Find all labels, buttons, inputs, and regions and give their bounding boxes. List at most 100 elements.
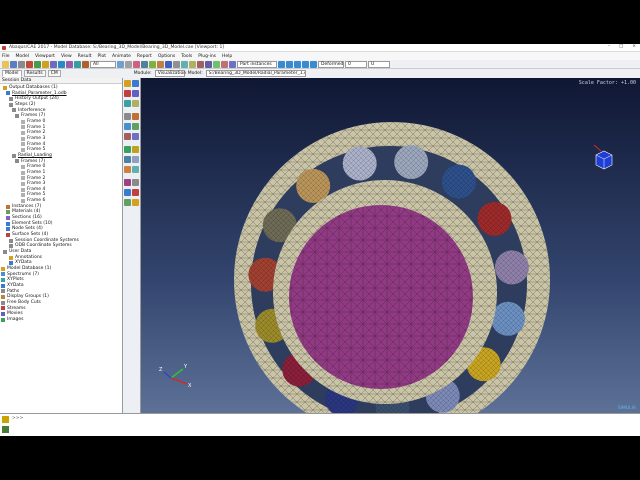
- toolbox-tool-icon[interactable]: [132, 146, 139, 153]
- message-tab-icon[interactable]: [2, 416, 9, 423]
- iso-view-icon[interactable]: [74, 60, 81, 68]
- toolbox-tool-icon[interactable]: [124, 133, 131, 140]
- model-render[interactable]: Z Y X: [141, 78, 640, 413]
- frame-input[interactable]: 0: [345, 60, 367, 68]
- save-icon[interactable]: [10, 60, 17, 68]
- tree-node-icon: [21, 148, 25, 153]
- toolbox-tool-icon[interactable]: [124, 146, 131, 153]
- window-title: Abaqus/CAE 2017 - Model Database: S:/Bea…: [9, 45, 225, 50]
- file-open-icon[interactable]: [2, 60, 9, 68]
- render-style-select[interactable]: All: [90, 60, 116, 68]
- toolbox-tool-icon[interactable]: [132, 199, 139, 206]
- tab-model[interactable]: Model: [2, 69, 22, 77]
- wireframe-icon[interactable]: [149, 60, 156, 68]
- display-group-icon[interactable]: [197, 60, 204, 68]
- toolbox-tool-icon[interactable]: [124, 156, 131, 163]
- last-frame-icon[interactable]: [302, 60, 309, 68]
- model-select[interactable]: S:/Bearing_3D_Model/Radial_Parameter_1.o…: [205, 69, 306, 77]
- tree-node-icon: [1, 306, 5, 311]
- filled-icon[interactable]: [165, 60, 172, 68]
- prev-frame-icon[interactable]: [278, 60, 285, 68]
- toolbox-tool-icon[interactable]: [124, 90, 131, 97]
- abaqus-window: Abaqus/CAE 2017 - Model Database: S:/Bea…: [0, 44, 640, 436]
- menu-help[interactable]: Help: [222, 54, 232, 59]
- shade-icon[interactable]: [125, 60, 132, 68]
- hidden-line-icon[interactable]: [157, 60, 164, 68]
- bearing-ball-mesh: [491, 301, 525, 336]
- menu-file[interactable]: File: [2, 54, 10, 59]
- tab-cm[interactable]: CM: [47, 69, 61, 77]
- toolbox-tool-icon[interactable]: [124, 199, 131, 206]
- toolbox-tool-icon[interactable]: [132, 123, 139, 130]
- mesh-icon[interactable]: [117, 60, 124, 68]
- perspective-icon[interactable]: [141, 60, 148, 68]
- command-prompt[interactable]: >>>: [12, 416, 23, 421]
- render-icon[interactable]: [82, 60, 89, 68]
- toolbox-tool-icon[interactable]: [132, 90, 139, 97]
- menu-result[interactable]: Result: [78, 54, 92, 59]
- remove-icon[interactable]: [221, 60, 228, 68]
- menu-model[interactable]: Model: [16, 54, 30, 59]
- toolbox-tool-icon[interactable]: [132, 166, 139, 173]
- toolbox-tool-icon[interactable]: [132, 113, 139, 120]
- tree-node-icon: [1, 317, 5, 322]
- toolbox-tool-icon[interactable]: [124, 189, 131, 196]
- tab-results[interactable]: Results: [23, 69, 46, 77]
- abaqus-logo-icon: [2, 45, 6, 50]
- viewport[interactable]: Scale Factor: +1.00 Z Y X SIMULIA: [141, 78, 640, 413]
- stop-icon[interactable]: [310, 60, 317, 68]
- toolbox-tool-icon[interactable]: [132, 156, 139, 163]
- odb-variable-select[interactable]: U: [368, 60, 390, 68]
- python-tab-icon[interactable]: [2, 426, 9, 433]
- toolbox-tool-icon[interactable]: [124, 113, 131, 120]
- add-icon[interactable]: [213, 60, 220, 68]
- toolbox-tool-icon[interactable]: [132, 179, 139, 186]
- tree-node-icon: [1, 283, 5, 288]
- replace-icon[interactable]: [205, 60, 212, 68]
- tree-node-icon: [21, 181, 25, 186]
- tree-node-icon: [3, 249, 7, 254]
- view-icon[interactable]: [66, 60, 73, 68]
- toolbox-tool-icon[interactable]: [124, 100, 131, 107]
- color-code-icon[interactable]: [133, 60, 140, 68]
- toolbox-tool-icon[interactable]: [124, 166, 131, 173]
- toolbox-tool-icon[interactable]: [132, 80, 139, 87]
- edges-icon[interactable]: [173, 60, 180, 68]
- menu-options[interactable]: Options: [158, 54, 175, 59]
- rotate-icon[interactable]: [26, 60, 33, 68]
- tree-node-icon: [21, 193, 25, 198]
- toolbox-tool-icon[interactable]: [132, 189, 139, 196]
- toolbox-tool-icon[interactable]: [132, 100, 139, 107]
- toolbox-tool-icon[interactable]: [124, 123, 131, 130]
- play-icon[interactable]: [286, 60, 293, 68]
- tree-node-icon: [9, 102, 13, 107]
- minimize-button[interactable]: –: [608, 44, 610, 49]
- deformed-select[interactable]: Deformed: [318, 60, 344, 68]
- toolbox-tool-icon[interactable]: [132, 133, 139, 140]
- menu-animate[interactable]: Animate: [112, 54, 131, 59]
- menu-viewport[interactable]: Viewport: [35, 54, 55, 59]
- menu-plugins[interactable]: Plug-ins: [198, 54, 216, 59]
- maximize-button[interactable]: □: [619, 44, 623, 49]
- menu-report[interactable]: Report: [137, 54, 152, 59]
- module-select[interactable]: Visualization: [154, 69, 186, 77]
- close-button[interactable]: ×: [632, 44, 636, 49]
- toolbox-tool-icon[interactable]: [124, 179, 131, 186]
- magnify-icon[interactable]: [58, 60, 65, 68]
- tree-item[interactable]: Images: [0, 317, 122, 323]
- tree-node-icon: [1, 272, 5, 277]
- zoom-icon[interactable]: [42, 60, 49, 68]
- fit-icon[interactable]: [50, 60, 57, 68]
- pan-icon[interactable]: [34, 60, 41, 68]
- menu-tools[interactable]: Tools: [181, 54, 192, 59]
- next-frame-icon[interactable]: [294, 60, 301, 68]
- translucent-icon[interactable]: [181, 60, 188, 68]
- tree-node-icon: [6, 227, 10, 232]
- display-group-select[interactable]: Part instances: [237, 60, 277, 68]
- menu-view[interactable]: View: [61, 54, 72, 59]
- light-icon[interactable]: [189, 60, 196, 68]
- toolbox-tool-icon[interactable]: [124, 80, 131, 87]
- intersect-icon[interactable]: [229, 60, 236, 68]
- menu-plot[interactable]: Plot: [98, 54, 106, 59]
- print-icon[interactable]: [18, 60, 25, 68]
